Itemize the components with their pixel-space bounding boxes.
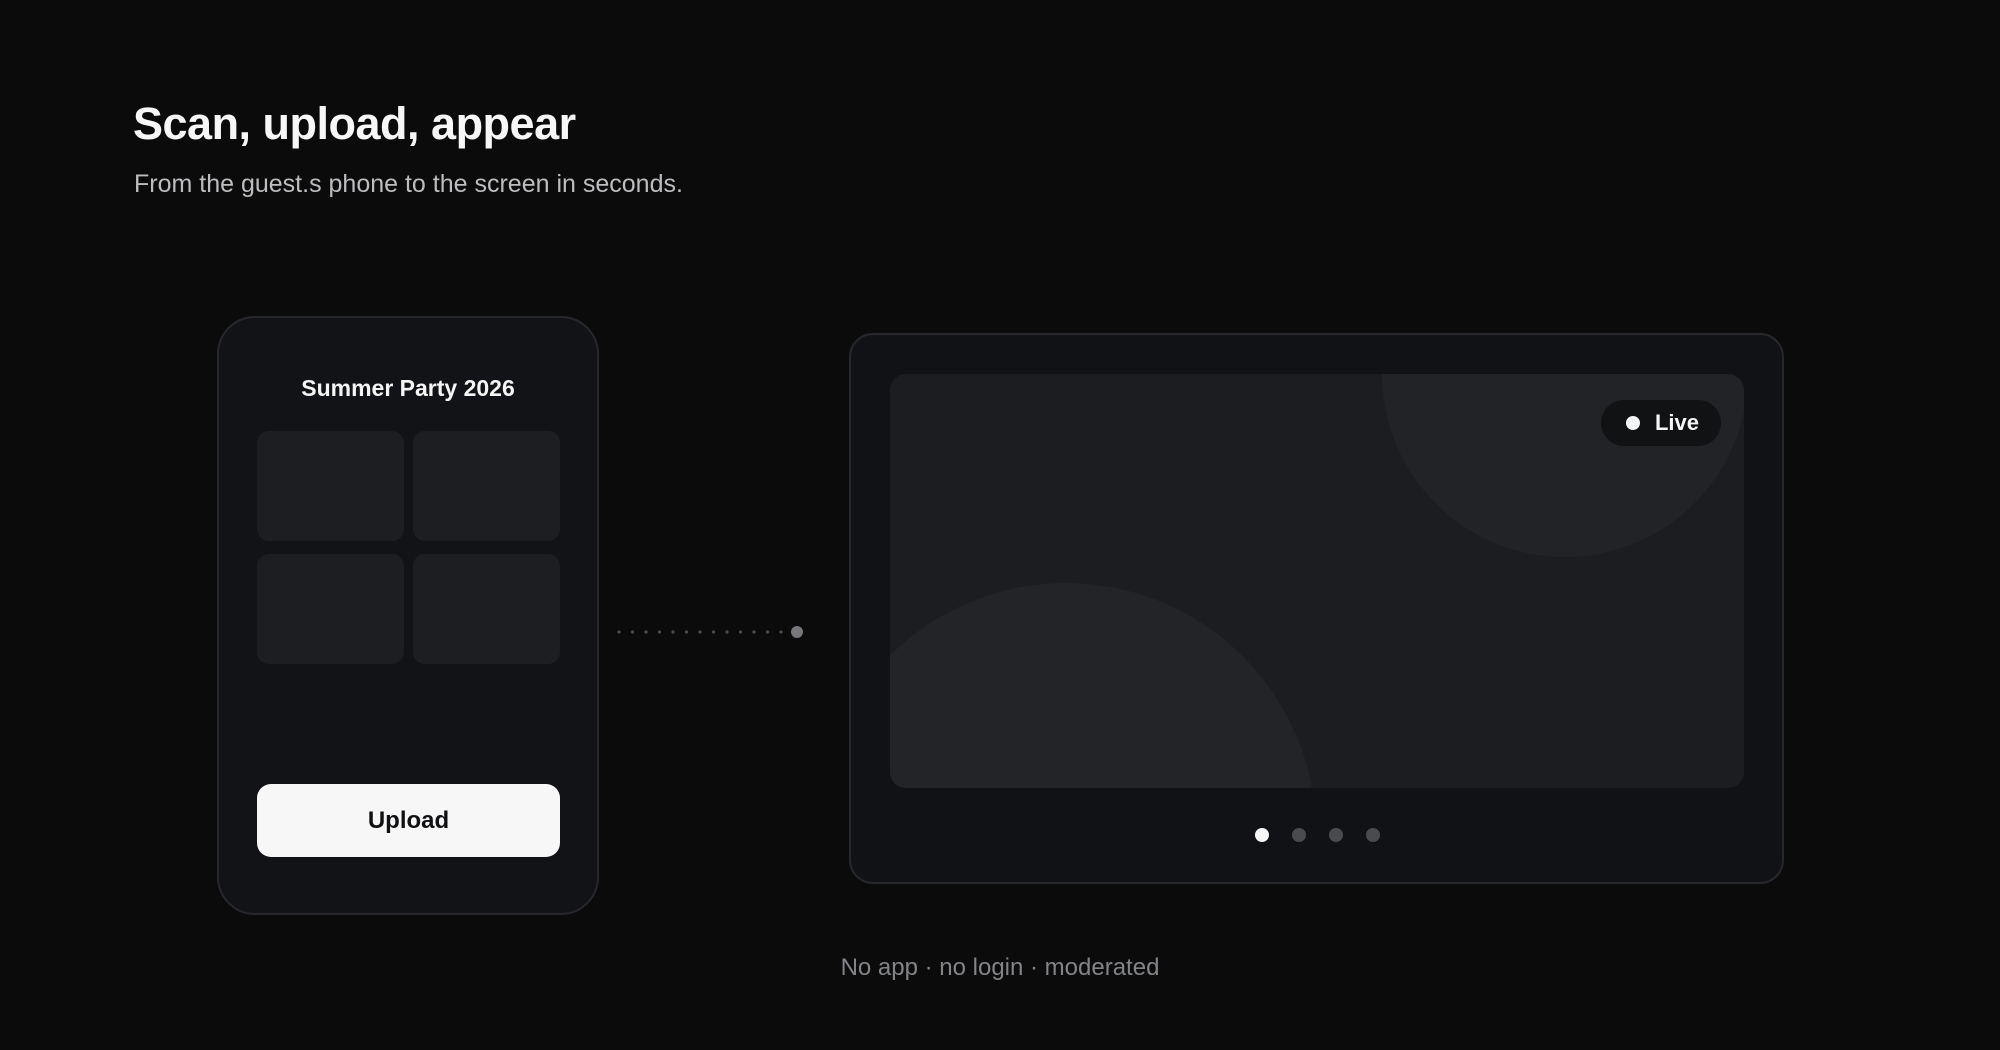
connector-dotted-line (617, 626, 803, 638)
page: Scan, upload, appear From the guest.s ph… (0, 0, 2000, 1050)
phone-mockup: Summer Party 2026 Upload (217, 316, 599, 915)
photo-thumbnail[interactable] (257, 554, 404, 664)
upload-button[interactable]: Upload (257, 784, 560, 857)
event-title: Summer Party 2026 (301, 375, 515, 401)
slide-pagination (851, 828, 1782, 842)
feature-footnote: No app · no login · moderated (840, 954, 1160, 981)
live-dot-icon (1625, 416, 1640, 430)
live-badge: Live (1600, 400, 1721, 446)
pagination-dot-active[interactable] (1254, 828, 1269, 842)
display-screen-mockup: Live (849, 333, 1784, 884)
page-subtitle: From the guest.s phone to the screen in … (134, 170, 683, 198)
connector-endpoint (791, 626, 803, 638)
pagination-dot[interactable] (1328, 828, 1343, 842)
page-title: Scan, upload, appear (133, 98, 576, 149)
live-label: Live (1654, 410, 1699, 435)
pagination-dot[interactable] (1291, 828, 1306, 842)
photo-grid (257, 431, 560, 664)
photo-thumbnail[interactable] (413, 431, 560, 541)
photo-thumbnail[interactable] (413, 554, 560, 664)
pagination-dot[interactable] (1365, 828, 1380, 842)
photo-thumbnail[interactable] (257, 431, 404, 541)
slide-preview: Live (890, 374, 1744, 788)
decorative-circle (890, 583, 1316, 788)
